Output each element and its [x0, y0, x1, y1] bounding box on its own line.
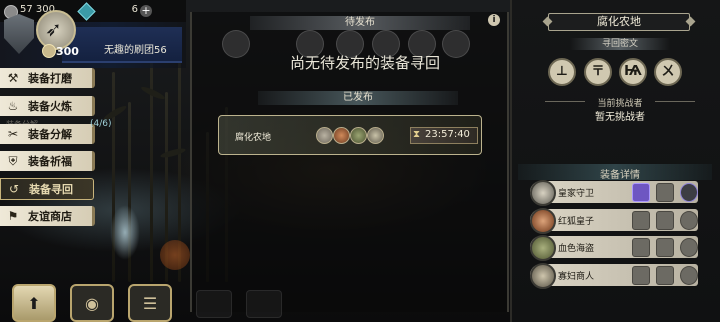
- hero-name: 红狐皇子: [558, 217, 595, 227]
- hero-avatar: [350, 127, 367, 144]
- hero-row[interactable]: 红狐皇子: [530, 208, 698, 234]
- menu-item-bless[interactable]: ⛨ 装备祈福: [0, 151, 95, 171]
- rune-icon: ㄨ: [654, 58, 682, 86]
- hero-avatar: [530, 180, 556, 206]
- menu-item-label: 装备祈福: [28, 155, 72, 168]
- hero-avatar: [530, 208, 556, 234]
- hero-name: 皇家守卫: [558, 189, 595, 199]
- faded-hero-icon: [222, 30, 250, 58]
- upload-icon: ⬆: [27, 293, 41, 313]
- decompose-progress: (4/6): [90, 119, 112, 129]
- menu-item-polish[interactable]: ⚒ 装备打磨: [0, 68, 95, 88]
- hero-avatar: [316, 127, 333, 144]
- ring-slot[interactable]: [680, 266, 698, 285]
- game-screen: 57 300 6 + 无趣的刷团56 ➶ 300 ⚒ 装备打磨 ♨ 装备火炼 装…: [0, 0, 720, 322]
- equip-header: 装备详情: [600, 170, 640, 181]
- armor-slot[interactable]: [656, 238, 674, 257]
- published-header: 已发布: [258, 91, 458, 105]
- guild-emblem[interactable]: ➶: [36, 10, 76, 50]
- hammer-icon: ⚒: [7, 71, 19, 85]
- list-button[interactable]: ☰: [128, 284, 172, 322]
- menu-item-forge[interactable]: ♨ 装备火炼: [0, 96, 95, 116]
- weapon-slot[interactable]: [632, 238, 650, 257]
- hourglass-icon: ⧗: [413, 129, 421, 140]
- shop-icon: ⚑: [7, 209, 19, 223]
- hero-row[interactable]: 皇家守卫: [530, 180, 698, 206]
- hero-row[interactable]: 血色海盗: [530, 235, 698, 261]
- menu-item-label: 装备打磨: [28, 72, 72, 85]
- hero-name: 血色海盗: [558, 244, 595, 254]
- armor-slot[interactable]: [656, 211, 674, 230]
- hero-avatar: [530, 235, 556, 261]
- faded-button: [246, 290, 282, 318]
- pray-icon: ⛨: [8, 154, 18, 168]
- ring-slot[interactable]: [680, 238, 698, 257]
- weapon-slot[interactable]: [632, 266, 650, 285]
- score-icon: [42, 44, 56, 58]
- pouch-icon: ◉: [85, 293, 99, 313]
- empty-pending-message: 尚无待发布的装备寻回: [289, 54, 440, 72]
- rune-header: 寻回密文: [570, 38, 670, 50]
- home-button[interactable]: ⬆: [12, 284, 56, 322]
- menu-item-retrieve[interactable]: ↺ 装备寻回: [0, 178, 94, 200]
- location-title: 腐化农地: [548, 13, 690, 31]
- menu-item-label: 友谊商店: [28, 210, 72, 223]
- menu-item-label: 装备分解: [28, 128, 72, 141]
- hero-avatar: [333, 127, 350, 144]
- published-location: 腐化农地: [235, 133, 272, 143]
- guild-name[interactable]: 无趣的刷团56: [104, 41, 167, 56]
- rune-icon: Ѩ: [619, 58, 647, 86]
- hero-avatar: [367, 127, 384, 144]
- ring-slot[interactable]: [680, 183, 698, 202]
- guild-score: 300: [56, 45, 79, 58]
- ring-slot[interactable]: [680, 211, 698, 230]
- flame-icon: ♨: [7, 99, 19, 113]
- armor-slot[interactable]: [656, 183, 674, 202]
- weapon-slot[interactable]: [632, 183, 650, 202]
- bag-button[interactable]: ◉: [70, 284, 114, 322]
- faded-button: [196, 290, 232, 318]
- timer-value: 23:57:40: [425, 129, 470, 140]
- challenger-value: 暂无挑战者: [595, 112, 645, 123]
- hero-name: 寡妇商人: [558, 272, 595, 282]
- menu-item-decompose[interactable]: ✂ 装备分解: [0, 124, 95, 144]
- menu-item-label: 装备寻回: [29, 183, 73, 196]
- weapon-slot[interactable]: [632, 211, 650, 230]
- menu-item-label: 装备火炼: [28, 100, 72, 113]
- menu-item-shop[interactable]: ⚑ 友谊商店: [0, 206, 95, 226]
- rune-icon: 〒: [584, 58, 612, 86]
- hero-avatar: [530, 263, 556, 289]
- divider: [655, 101, 695, 102]
- pending-header: 待发布: [250, 16, 470, 30]
- gem-count: 6: [131, 4, 138, 15]
- split-icon: ✂: [7, 127, 19, 141]
- retrieve-icon: ↺: [8, 182, 20, 196]
- bird-icon: ➶: [45, 17, 62, 41]
- add-gems-button[interactable]: +: [140, 5, 152, 17]
- list-icon: ☰: [142, 293, 158, 313]
- divider: [545, 101, 585, 102]
- info-icon[interactable]: i: [488, 14, 500, 26]
- armor-slot[interactable]: [656, 266, 674, 285]
- pumpkin: [160, 240, 190, 270]
- hero-row[interactable]: 寡妇商人: [530, 263, 698, 289]
- rune-icon: ⊥: [548, 58, 576, 86]
- spirit-glow: [110, 205, 140, 260]
